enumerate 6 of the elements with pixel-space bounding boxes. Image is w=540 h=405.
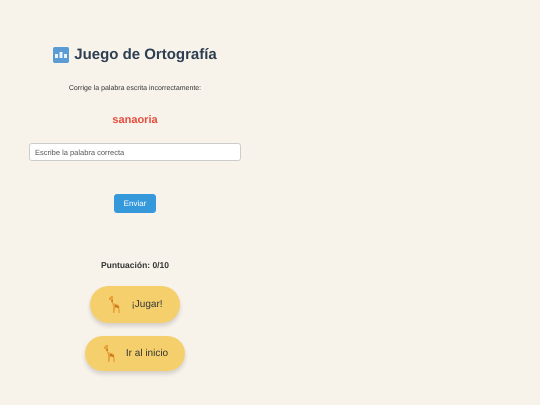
action-button[interactable]: Ir al inicio bbox=[84, 336, 186, 371]
giraffe-icon bbox=[102, 344, 118, 364]
misspelled-word: sanaoria bbox=[112, 114, 158, 126]
action-button[interactable]: ¡Jugar! bbox=[90, 286, 180, 323]
score-text: Puntuación: 0/10 bbox=[100, 260, 169, 270]
page-title: Juego de Ortografía bbox=[74, 46, 217, 63]
